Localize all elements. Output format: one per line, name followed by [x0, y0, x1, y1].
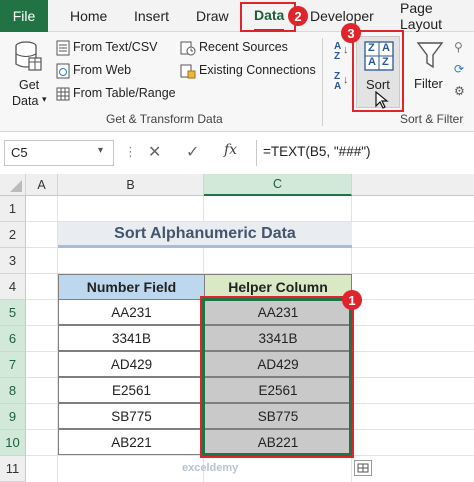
row-header-6[interactable]: 6: [0, 326, 26, 352]
tab-insert[interactable]: Insert: [134, 0, 169, 32]
formula-bar: C5 ▾ ⋮ ✕ ✓ fx =TEXT(B5, "###"): [0, 140, 474, 166]
get-data-label-1: Get: [19, 78, 40, 92]
row-header-1[interactable]: 1: [0, 196, 26, 222]
row-header-5[interactable]: 5: [0, 300, 26, 326]
recent-sources-button[interactable]: Recent Sources: [180, 38, 290, 58]
ribbon-separator: [322, 38, 323, 126]
group-label-sort-filter: Sort & Filter: [400, 112, 464, 126]
existing-connections-icon: [180, 64, 196, 79]
text-file-icon: [56, 40, 70, 56]
cell-b5[interactable]: AA231: [58, 299, 205, 325]
get-data-button[interactable]: Get Data ▾: [6, 38, 50, 108]
advanced-filter-icon[interactable]: ⚙: [454, 84, 465, 98]
header-number-field[interactable]: Number Field: [58, 274, 205, 300]
enter-icon[interactable]: ✓: [186, 142, 199, 162]
cancel-icon[interactable]: ✕: [148, 142, 161, 162]
row-header-11[interactable]: 11: [0, 456, 26, 482]
from-text-csv-button[interactable]: From Text/CSV: [54, 38, 174, 58]
filter-button[interactable]: Filter: [410, 38, 450, 98]
web-page-icon: [56, 63, 70, 79]
row-header-10[interactable]: 10: [0, 430, 26, 456]
column-header-b[interactable]: B: [58, 174, 204, 196]
recent-sources-icon: [180, 41, 196, 56]
step-badge-1: 1: [342, 290, 362, 310]
cell-b9[interactable]: SB775: [58, 403, 205, 429]
row-header-3[interactable]: 3: [0, 248, 26, 274]
column-header-c[interactable]: C: [204, 174, 352, 196]
sort-button-highlight: [352, 30, 404, 112]
cell-b8[interactable]: E2561: [58, 377, 205, 403]
row-header-9[interactable]: 9: [0, 404, 26, 430]
database-icon: [15, 41, 42, 71]
tab-home[interactable]: Home: [70, 0, 107, 32]
watermark-logo: exceldemy: [182, 462, 239, 474]
formula-input[interactable]: =TEXT(B5, "###"): [256, 140, 474, 166]
row-header-7[interactable]: 7: [0, 352, 26, 378]
row-header-2[interactable]: 2: [0, 222, 26, 248]
tab-file[interactable]: File: [0, 0, 48, 32]
ribbon: Get Data ▾ From Text/CSV From Web From T…: [0, 23, 474, 132]
reapply-filter-icon[interactable]: ⟳: [454, 62, 464, 76]
arrow-down-icon: ↓: [343, 74, 349, 86]
from-table-range-label: From Table/Range: [73, 86, 176, 100]
from-web-button[interactable]: From Web: [54, 61, 174, 81]
cell-b10[interactable]: AB221: [58, 429, 205, 455]
existing-connections-label: Existing Connections: [199, 63, 316, 77]
step-badge-3: 3: [341, 23, 361, 43]
column-header-a[interactable]: A: [26, 174, 58, 196]
table-icon: [56, 87, 70, 101]
sheet-title[interactable]: Sort Alphanumeric Data: [58, 222, 352, 248]
step-badge-2: 2: [288, 6, 308, 26]
filter-label: Filter: [414, 76, 443, 91]
funnel-icon: [416, 42, 444, 69]
quick-analysis-icon[interactable]: [354, 460, 372, 476]
formula-bar-grip: ⋮: [124, 144, 137, 159]
existing-connections-button[interactable]: Existing Connections: [180, 61, 320, 81]
tab-page-layout[interactable]: Page Layout: [400, 0, 474, 32]
ribbon-tab-bar: File Home Insert Draw Data Developer Pag…: [0, 0, 474, 32]
chevron-down-icon: ▾: [42, 94, 47, 104]
get-data-label-2: Data: [12, 94, 39, 108]
quick-analysis-glyph: [357, 463, 369, 473]
cell-b7[interactable]: AD429: [58, 351, 205, 377]
from-table-range-button[interactable]: From Table/Range: [54, 84, 184, 104]
tab-draw[interactable]: Draw: [196, 0, 229, 32]
from-web-label: From Web: [73, 63, 132, 77]
insert-function-button[interactable]: fx: [224, 142, 237, 158]
name-box-dropdown-icon[interactable]: ▾: [98, 145, 103, 156]
clear-filter-icon[interactable]: ⚲: [454, 40, 463, 54]
column-header-d[interactable]: [352, 174, 474, 196]
data-range-highlight: [200, 296, 354, 458]
arrow-down-icon: ↓: [343, 44, 349, 56]
select-all-corner[interactable]: [0, 174, 26, 196]
recent-sources-label: Recent Sources: [199, 40, 288, 54]
cell-b6[interactable]: 3341B: [58, 325, 205, 351]
row-header-8[interactable]: 8: [0, 378, 26, 404]
select-all-triangle-icon: [10, 180, 22, 192]
from-text-csv-label: From Text/CSV: [73, 40, 158, 54]
row-header-4[interactable]: 4: [0, 274, 26, 300]
group-label-get-transform: Get & Transform Data: [106, 112, 223, 126]
